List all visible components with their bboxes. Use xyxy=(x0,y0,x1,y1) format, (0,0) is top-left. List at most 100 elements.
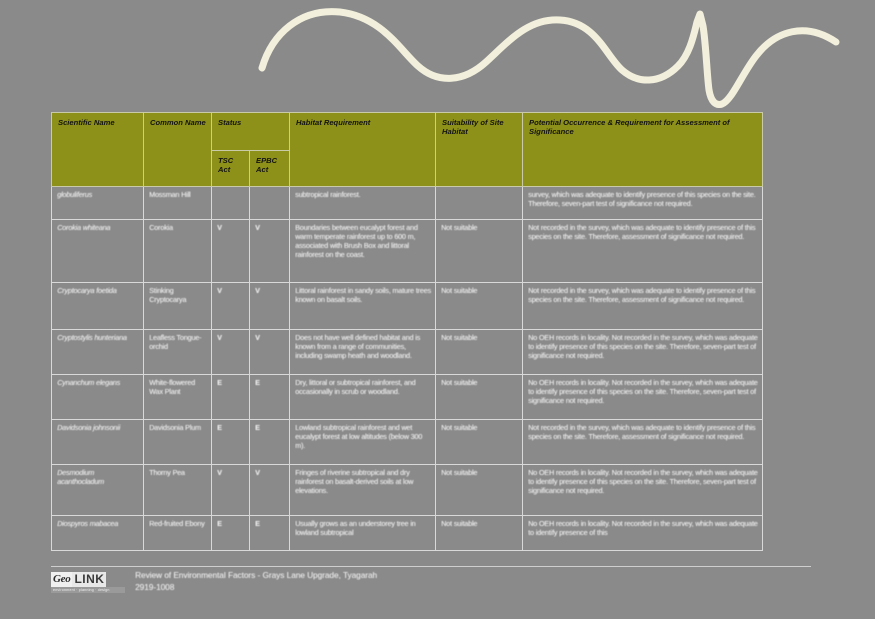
cell-tsc-act-status xyxy=(211,186,250,220)
cell-scientific-name: Corokia whiteana xyxy=(51,219,144,283)
cell-tsc-act-status: V xyxy=(211,219,250,283)
cell-potential-occurrence-text: survey, which was adequate to identify p… xyxy=(528,190,756,208)
cell-epbc-act-status-text: E xyxy=(255,519,260,528)
cell-tsc-act-status-text: V xyxy=(217,333,222,342)
table-row: Cryptocarya foetida Stinking Cryptocarya V… xyxy=(51,282,763,330)
cell-habitat-requirement-text: subtropical rainforest. xyxy=(295,190,361,199)
cell-tsc-act-status-text: E xyxy=(217,423,222,432)
cell-epbc-act-status: E xyxy=(249,419,290,465)
cell-suitability-text: Not suitable xyxy=(441,378,478,387)
cell-potential-occurrence-text: No OEH records in locality. Not recorded… xyxy=(528,468,758,495)
cell-suitability: Not suitable xyxy=(435,329,523,375)
cell-tsc-act-status: V xyxy=(211,282,250,330)
cell-potential-occurrence: Not recorded in the survey, which was ad… xyxy=(522,419,763,465)
cell-scientific-name-text: globuliferus xyxy=(57,190,92,199)
cell-habitat-requirement-text: Littoral rainforest in sandy soils, matu… xyxy=(295,286,431,304)
column-header-status: Status xyxy=(211,112,290,151)
cell-scientific-name: Davidsonia johnsonii xyxy=(51,419,144,465)
cell-suitability: Not suitable xyxy=(435,282,523,330)
cell-tsc-act-status: E xyxy=(211,515,250,551)
cell-habitat-requirement: Boundaries between eucalypt forest and w… xyxy=(289,219,436,283)
cell-habitat-requirement-text: Dry, littoral or subtropical rainforest,… xyxy=(295,378,416,396)
cell-epbc-act-status: V xyxy=(249,329,290,375)
logo-geo-text: Geo xyxy=(51,572,73,587)
cell-common-name: White-flowered Wax Plant xyxy=(143,374,212,420)
footer-document-reference: Review of Environmental Factors - Grays … xyxy=(135,570,735,594)
decorative-header-swoosh xyxy=(0,0,875,108)
cell-potential-occurrence-text: No OEH records in locality. Not recorded… xyxy=(528,519,758,537)
cell-suitability-text: Not suitable xyxy=(441,223,478,232)
table-row: Diospyros mabacea Red-fruited Ebony E E Usua… xyxy=(51,515,763,551)
cell-common-name-text: Davidsonia Plum xyxy=(149,423,201,432)
cell-common-name-text: Red-fruited Ebony xyxy=(149,519,205,528)
cell-epbc-act-status xyxy=(249,186,290,220)
cell-habitat-requirement: Lowland subtropical rainforest and wet e… xyxy=(289,419,436,465)
cell-tsc-act-status: V xyxy=(211,464,250,516)
cell-habitat-requirement: Does not have well defined habitat and i… xyxy=(289,329,436,375)
cell-habitat-requirement: Dry, littoral or subtropical rainforest,… xyxy=(289,374,436,420)
cell-tsc-act-status: V xyxy=(211,329,250,375)
cell-tsc-act-status-text: E xyxy=(217,378,222,387)
cell-potential-occurrence-text: Not recorded in the survey, which was ad… xyxy=(528,223,756,241)
cell-potential-occurrence: No OEH records in locality. Not recorded… xyxy=(522,515,763,551)
cell-habitat-requirement: subtropical rainforest. xyxy=(289,186,436,220)
cell-potential-occurrence-text: No OEH records in locality. Not recorded… xyxy=(528,333,758,360)
cell-habitat-requirement-text: Boundaries between eucalypt forest and w… xyxy=(295,223,418,259)
cell-common-name: Davidsonia Plum xyxy=(143,419,212,465)
cell-suitability-text: Not suitable xyxy=(441,423,478,432)
cell-tsc-act-status-text: E xyxy=(217,519,222,528)
cell-suitability-text: Not suitable xyxy=(441,519,478,528)
cell-suitability: Not suitable xyxy=(435,464,523,516)
column-header-epbc-act: EPBC Act xyxy=(249,150,290,187)
cell-tsc-act-status: E xyxy=(211,374,250,420)
cell-scientific-name-text: Cryptocarya foetida xyxy=(57,286,117,295)
swoosh-graphic xyxy=(258,8,840,108)
cell-scientific-name-text: Cynanchum elegans xyxy=(57,378,120,387)
cell-tsc-act-status-text: V xyxy=(217,286,222,295)
cell-scientific-name-text: Davidsonia johnsonii xyxy=(57,423,120,432)
cell-common-name: Leafless Tongue-orchid xyxy=(143,329,212,375)
cell-epbc-act-status: E xyxy=(249,374,290,420)
cell-tsc-act-status: E xyxy=(211,419,250,465)
table-body: globuliferus Mossman Hill subtropical rain… xyxy=(51,186,763,551)
cell-potential-occurrence: No OEH records in locality. Not recorded… xyxy=(522,374,763,420)
column-header-habitat-requirement: Habitat Requirement xyxy=(289,112,436,187)
table-head: Scientific Name Common Name Status Habit… xyxy=(51,112,763,187)
cell-epbc-act-status-text: V xyxy=(255,468,260,477)
cell-habitat-requirement-text: Does not have well defined habitat and i… xyxy=(295,333,420,360)
cell-suitability xyxy=(435,186,523,220)
cell-common-name-text: Thorny Pea xyxy=(149,468,185,477)
footer-divider xyxy=(51,566,811,567)
geolink-logo: Geo LINK environment · planning · design xyxy=(51,572,127,594)
cell-scientific-name-text: Cryptostylis hunteriana xyxy=(57,333,127,342)
column-header-tsc-act: TSC Act xyxy=(211,150,250,187)
cell-habitat-requirement-text: Fringes of riverine subtropical and dry … xyxy=(295,468,414,495)
column-header-common-name: Common Name xyxy=(143,112,212,187)
cell-epbc-act-status: E xyxy=(249,515,290,551)
cell-suitability-text: Not suitable xyxy=(441,286,478,295)
cell-tsc-act-status-text: V xyxy=(217,468,222,477)
cell-habitat-requirement: Littoral rainforest in sandy soils, matu… xyxy=(289,282,436,330)
cell-potential-occurrence-text: No OEH records in locality. Not recorded… xyxy=(528,378,758,405)
cell-potential-occurrence-text: Not recorded in the survey, which was ad… xyxy=(528,423,756,441)
cell-potential-occurrence: survey, which was adequate to identify p… xyxy=(522,186,763,220)
cell-scientific-name-text: Diospyros mabacea xyxy=(57,519,118,528)
page-footer: Geo LINK environment · planning · design… xyxy=(51,566,811,600)
column-header-suitability-of-site-habitat: Suitability of Site Habitat xyxy=(435,112,523,187)
cell-habitat-requirement-text: Usually grows as an understorey tree in … xyxy=(295,519,416,537)
threatened-species-table-container: Scientific Name Common Name Status Habit… xyxy=(51,112,763,551)
cell-scientific-name: Cynanchum elegans xyxy=(51,374,144,420)
column-header-scientific-name: Scientific Name xyxy=(51,112,144,187)
logo-tagline: environment · planning · design xyxy=(51,587,125,593)
cell-potential-occurrence: No OEH records in locality. Not recorded… xyxy=(522,329,763,375)
cell-epbc-act-status-text: V xyxy=(255,333,260,342)
cell-common-name: Mossman Hill xyxy=(143,186,212,220)
cell-common-name-text: Corokia xyxy=(149,223,173,232)
cell-habitat-requirement: Usually grows as an understorey tree in … xyxy=(289,515,436,551)
cell-common-name-text: Mossman Hill xyxy=(149,190,191,199)
cell-suitability: Not suitable xyxy=(435,219,523,283)
cell-suitability-text: Not suitable xyxy=(441,468,478,477)
footer-title-line: Review of Environmental Factors - Grays … xyxy=(135,571,377,580)
cell-epbc-act-status: V xyxy=(249,464,290,516)
cell-scientific-name: Diospyros mabacea xyxy=(51,515,144,551)
